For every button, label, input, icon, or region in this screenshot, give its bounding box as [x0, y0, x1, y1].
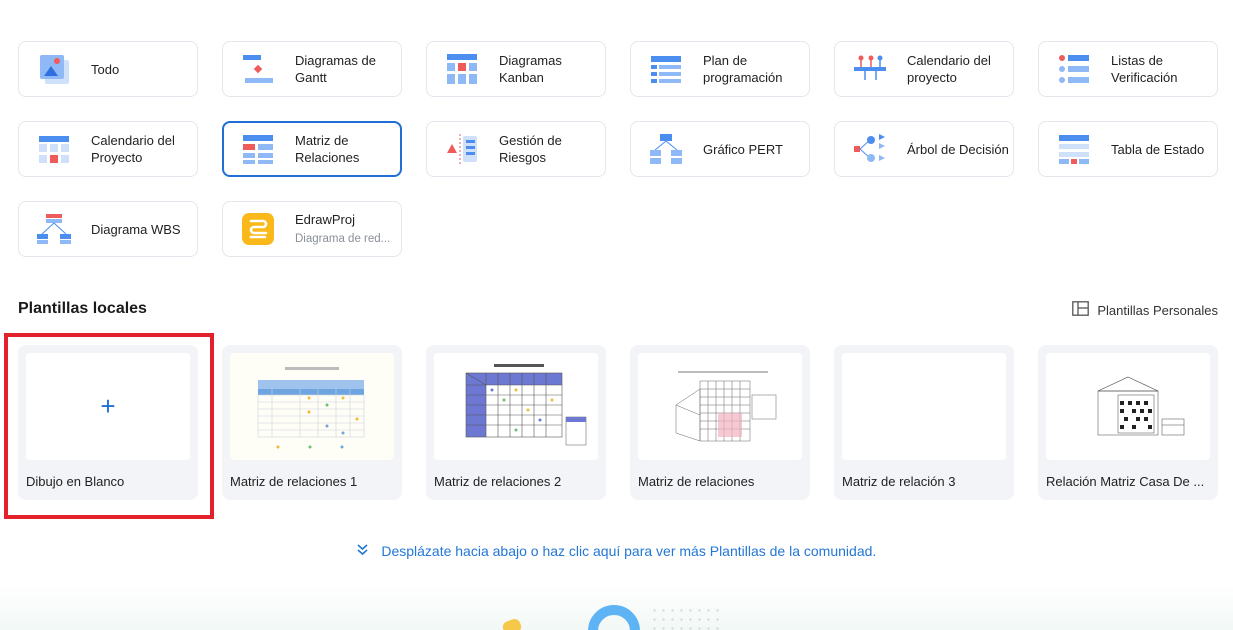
- category-label: Listas de Verificación: [1111, 53, 1178, 85]
- decorative-dots: [650, 606, 720, 630]
- category-text: EdrawProj Diagrama de red...: [295, 211, 401, 248]
- timeline-icon: [853, 52, 887, 86]
- category-label: Gráfico PERT: [703, 141, 783, 157]
- category-card-project-calendar[interactable]: Calendario del Proyecto: [18, 121, 198, 177]
- wbs-icon: [37, 212, 71, 246]
- personal-templates-label: Plantillas Personales: [1097, 302, 1218, 318]
- category-card-risk-management[interactable]: Gestión de Riesgos: [426, 121, 606, 177]
- matrix-icon: [241, 132, 275, 166]
- local-templates-title: Plantillas locales: [18, 300, 147, 317]
- category-label: Diagramas Kanban: [499, 53, 562, 85]
- category-label: Árbol de Decisión: [907, 141, 1009, 157]
- double-chevron-down-icon: [357, 544, 372, 559]
- community-templates-link[interactable]: Desplázate hacia abajo o haz clic aquí p…: [0, 543, 1233, 559]
- pert-icon: [649, 132, 683, 166]
- category-card-gantt[interactable]: Diagramas de Gantt: [222, 41, 402, 97]
- template-thumbnail: [434, 353, 598, 460]
- kanban-icon: [445, 52, 479, 86]
- personal-templates-link[interactable]: Plantillas Personales: [1072, 301, 1218, 319]
- category-label: Tabla de Estado: [1111, 141, 1205, 157]
- template-thumbnail: [1046, 353, 1210, 460]
- category-label: Todo: [91, 61, 120, 77]
- category-card-status-table[interactable]: Tabla de Estado: [1038, 121, 1218, 177]
- category-label: Plan de programación: [703, 53, 783, 85]
- category-label: Gestión de Riesgos: [499, 133, 562, 165]
- calendar-icon: [37, 132, 71, 166]
- decision-tree-icon: [853, 132, 887, 166]
- template-card[interactable]: Matriz de relaciones 1: [222, 345, 402, 500]
- template-label: Dibujo en Blanco: [26, 474, 125, 489]
- template-label: Matriz de relaciones 2: [434, 474, 562, 489]
- status-table-icon: [1057, 132, 1091, 166]
- template-thumbnail: +: [26, 353, 190, 460]
- category-label: Diagramas de Gantt: [295, 53, 376, 85]
- category-card-todo[interactable]: Todo: [18, 41, 198, 97]
- risk-icon: [445, 132, 479, 166]
- category-card-wbs[interactable]: Diagrama WBS: [18, 201, 198, 257]
- template-thumbnail: [230, 353, 394, 460]
- template-thumbnail: [638, 353, 802, 460]
- category-card-checklists[interactable]: Listas de Verificación: [1038, 41, 1218, 97]
- category-subtitle: Diagrama de red...: [295, 232, 391, 245]
- category-card-edrawproj[interactable]: EdrawProj Diagrama de red...: [222, 201, 402, 257]
- category-card-kanban[interactable]: Diagramas Kanban: [426, 41, 606, 97]
- layout-panel-icon: [1072, 301, 1090, 319]
- template-thumbnail: [842, 353, 1006, 460]
- checklist-icon: [1057, 52, 1091, 86]
- category-label: Calendario del proyecto: [907, 53, 991, 85]
- template-label: Matriz de relaciones: [638, 474, 755, 489]
- template-card-blank[interactable]: + Dibujo en Blanco: [18, 345, 198, 500]
- schedule-icon: [649, 52, 683, 86]
- template-label: Matriz de relaciones 1: [230, 474, 358, 489]
- template-card[interactable]: Matriz de relaciones: [630, 345, 810, 500]
- category-card-pert[interactable]: Gráfico PERT: [630, 121, 810, 177]
- template-card[interactable]: Matriz de relación 3: [834, 345, 1014, 500]
- category-card-decision-tree[interactable]: Árbol de Decisión: [834, 121, 1014, 177]
- plus-icon: +: [100, 391, 116, 421]
- category-card-project-timeline[interactable]: Calendario del proyecto: [834, 41, 1014, 97]
- category-card-schedule[interactable]: Plan de programación: [630, 41, 810, 97]
- category-label: Calendario del Proyecto: [91, 133, 175, 165]
- community-link-text: Desplázate hacia abajo o haz clic aquí p…: [381, 543, 877, 559]
- template-label: Matriz de relación 3: [842, 474, 956, 489]
- category-label: Diagrama WBS: [91, 221, 181, 237]
- edrawproj-app-icon: [241, 212, 275, 246]
- all-templates-icon: [37, 52, 71, 86]
- template-card[interactable]: Matriz de relaciones 2: [426, 345, 606, 500]
- category-card-relationship-matrix[interactable]: Matriz de Relaciones: [222, 121, 402, 177]
- category-label: EdrawProj: [295, 211, 355, 227]
- template-card[interactable]: Relación Matriz Casa De ...: [1038, 345, 1218, 500]
- gantt-icon: [241, 52, 275, 86]
- category-label: Matriz de Relaciones: [295, 133, 360, 165]
- template-label: Relación Matriz Casa De ...: [1046, 474, 1205, 489]
